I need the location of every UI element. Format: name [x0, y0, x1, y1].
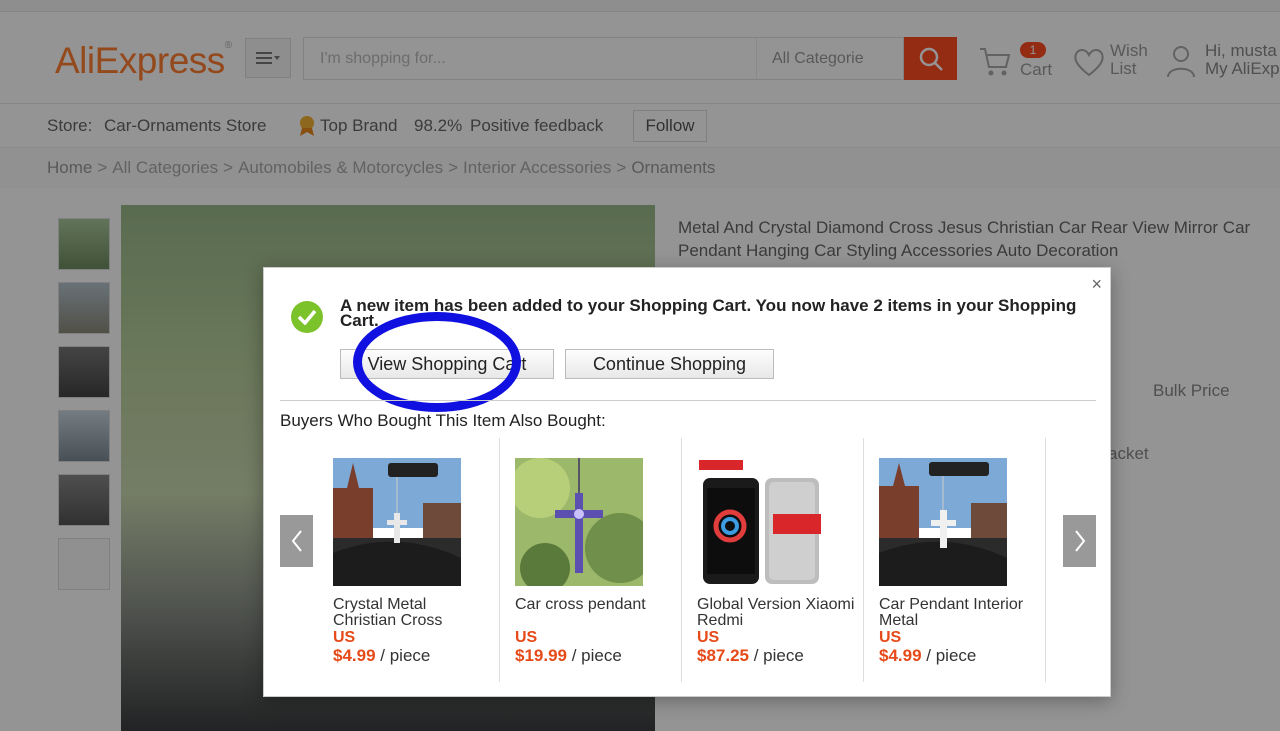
- product-name[interactable]: Car Pendant Interior Metal: [879, 597, 1039, 629]
- product-name[interactable]: Global Version Xiaomi Redmi: [697, 597, 857, 629]
- product-image-cross-pendant[interactable]: [333, 458, 461, 586]
- checkmark-icon: [291, 301, 323, 333]
- chevron-left-icon: [291, 530, 302, 552]
- price-currency: US: [333, 629, 356, 646]
- recommended-product-card[interactable]: Car cross pendant US $19.99 / piece: [500, 438, 682, 682]
- price-unit: / piece: [380, 646, 431, 665]
- product-name[interactable]: Crystal Metal Christian Cross: [333, 597, 493, 629]
- recommended-product-card[interactable]: Crystal Metal Christian Cross US $4.99 /…: [318, 438, 500, 682]
- annotation-circle: [353, 312, 521, 412]
- price-unit: / piece: [571, 646, 622, 665]
- carousel-prev-button[interactable]: [280, 515, 313, 567]
- recommended-products: Crystal Metal Christian Cross US $4.99 /…: [318, 438, 1050, 682]
- added-to-cart-dialog: × A new item has been added to your Shop…: [263, 267, 1111, 697]
- recommended-product-card[interactable]: Car Pendant Interior Metal US $4.99 / pi…: [864, 438, 1046, 682]
- close-icon[interactable]: ×: [1091, 274, 1102, 295]
- product-name[interactable]: Car cross pendant: [515, 597, 675, 613]
- product-image-car-pendant[interactable]: [879, 458, 1007, 586]
- also-bought-heading: Buyers Who Bought This Item Also Bought:: [280, 411, 606, 430]
- price-unit: / piece: [753, 646, 804, 665]
- price-unit: / piece: [926, 646, 977, 665]
- price-amount: $19.99: [515, 646, 567, 665]
- price-currency: US: [879, 629, 902, 646]
- chevron-right-icon: [1074, 530, 1085, 552]
- product-image-car-cross[interactable]: [515, 458, 643, 586]
- price-currency: US: [697, 629, 720, 646]
- continue-shopping-button[interactable]: Continue Shopping: [565, 349, 774, 379]
- price-amount: $4.99: [333, 646, 376, 665]
- divider: [280, 400, 1096, 401]
- price-currency: US: [515, 629, 538, 646]
- carousel-next-button[interactable]: [1063, 515, 1096, 567]
- product-image-phone[interactable]: [697, 458, 825, 586]
- price-amount: $4.99: [879, 646, 922, 665]
- recommended-product-card[interactable]: Global Version Xiaomi Redmi US $87.25 / …: [682, 438, 864, 682]
- price-amount: $87.25: [697, 646, 749, 665]
